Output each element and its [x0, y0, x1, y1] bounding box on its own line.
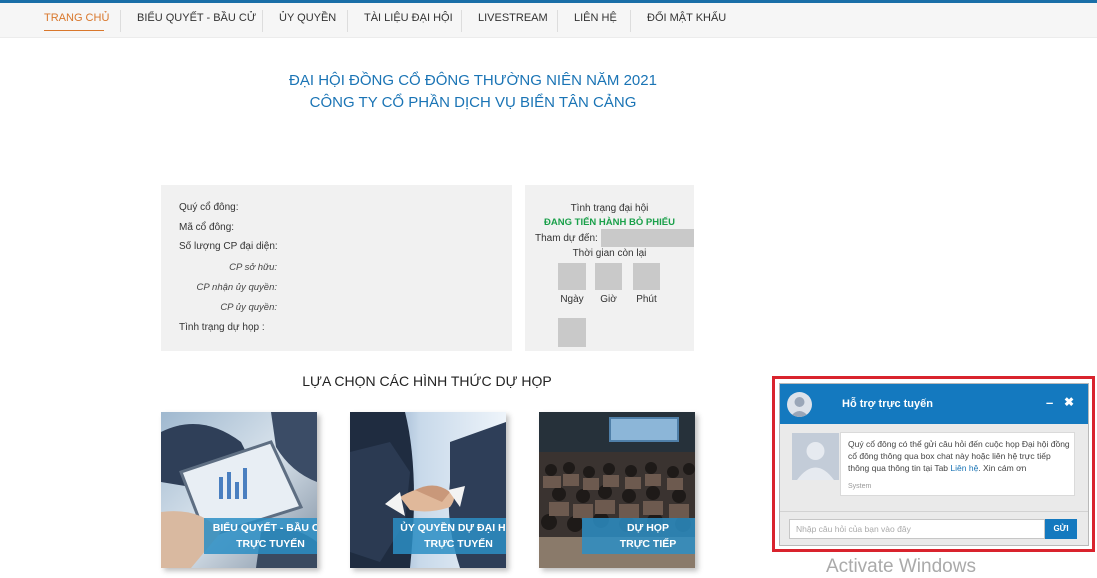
delegated-shares-label: CP ủy quyền:: [220, 302, 277, 313]
days-label: Ngày: [560, 294, 584, 305]
represented-shares-label: Số lượng CP đại diện:: [179, 241, 278, 252]
received-proxy-shares-label: CP nhận ủy quyền:: [196, 282, 277, 293]
attend-until-label: Tham dự đến:: [535, 233, 598, 244]
system-avatar-icon: [792, 433, 839, 480]
chat-close-icon[interactable]: ✖: [1064, 395, 1074, 409]
online-voting-card[interactable]: BIỂU QUYẾT - BẦU CỬ TRỰC TUYẾN: [161, 412, 317, 568]
seconds-counter: [558, 318, 586, 347]
nav-voting[interactable]: BIỂU QUYẾT - BẦU CỬ: [137, 12, 256, 24]
online-voting-button[interactable]: BIỂU QUYẾT - BẦU CỬ TRỰC TUYẾN: [204, 518, 317, 554]
online-proxy-button[interactable]: ỦY QUYỀN DỰ ĐẠI HỘI TRỰC TUYẾN: [393, 518, 506, 554]
days-counter: [558, 263, 586, 290]
online-voting-button-line1: BIỂU QUYẾT - BẦU CỬ: [212, 522, 317, 534]
in-person-button-line1: DỰ HỌP: [627, 522, 669, 534]
minutes-counter: [633, 263, 660, 290]
nav-divider: [120, 10, 121, 32]
online-voting-button-line2: TRỰC TUYẾN: [236, 538, 305, 550]
support-chat-widget: Hỗ trợ trực tuyến – ✖ Quý cổ đông có thể…: [779, 383, 1089, 546]
nav-contact[interactable]: LIÊN HỆ: [574, 12, 617, 24]
nav-proxy[interactable]: ỦY QUYỀN: [279, 12, 336, 24]
attendance-options-title: LỰA CHỌN CÁC HÌNH THỨC DỰ HỌP: [302, 373, 552, 389]
hours-counter: [595, 263, 622, 290]
message-text-end: . Xin cám ơn: [978, 463, 1027, 473]
owned-shares-label: CP sở hữu:: [229, 262, 277, 273]
meeting-status-title: Tình trạng đại hội: [570, 203, 649, 214]
chat-send-button[interactable]: GỬI: [1045, 519, 1077, 539]
meeting-status-value: ĐANG TIẾN HÀNH BỎ PHIẾU: [544, 217, 675, 228]
shareholder-name-label: Quý cổ đông:: [179, 202, 239, 213]
nav-divider: [347, 10, 348, 32]
online-proxy-button-line2: TRỰC TUYẾN: [424, 538, 493, 550]
system-message: Quý cổ đông có thể gửi câu hỏi đến cuộc …: [840, 432, 1075, 496]
nav-divider: [630, 10, 631, 32]
chat-title: Hỗ trợ trực tuyến: [842, 398, 933, 410]
remaining-time-label: Thời gian còn lại: [572, 248, 647, 259]
contact-tab-link[interactable]: Liên hệ: [950, 463, 978, 473]
in-person-card[interactable]: DỰ HỌP TRỰC TIẾP: [539, 412, 695, 568]
minutes-label: Phút: [636, 294, 657, 305]
meeting-status-panel: Tình trạng đại hội ĐANG TIẾN HÀNH BỎ PHI…: [525, 185, 694, 351]
chat-header[interactable]: Hỗ trợ trực tuyến – ✖: [780, 384, 1088, 424]
nav-livestream[interactable]: LIVESTREAM: [478, 12, 548, 24]
top-nav: TRANG CHỦ BIỂU QUYẾT - BẦU CỬ ỦY QUYỀN T…: [0, 3, 1097, 38]
in-person-button-line2: TRỰC TIẾP: [619, 538, 677, 550]
shareholder-info-panel: Quý cổ đông: Mã cổ đông: Số lượng CP đại…: [161, 185, 512, 351]
meeting-title: ĐẠI HỘI ĐỒNG CỔ ĐÔNG THƯỜNG NIÊN NĂM 202…: [289, 72, 657, 89]
hours-label: Giờ: [600, 294, 617, 305]
in-person-button[interactable]: DỰ HỌP TRỰC TIẾP: [582, 518, 695, 554]
nav-divider: [461, 10, 462, 32]
online-proxy-card[interactable]: ỦY QUYỀN DỰ ĐẠI HỘI TRỰC TUYẾN: [350, 412, 506, 568]
nav-home[interactable]: TRANG CHỦ: [44, 12, 109, 24]
attendance-status-label: Tình trạng dự họp :: [179, 322, 265, 333]
company-name: CÔNG TY CỔ PHẦN DỊCH VỤ BIỂN TÂN CẢNG: [309, 94, 637, 111]
shareholder-code-label: Mã cổ đông:: [179, 222, 235, 233]
nav-change-password[interactable]: ĐỔI MẬT KHẨU: [647, 12, 726, 24]
system-message-text: Quý cổ đông có thể gửi câu hỏi đến cuộc …: [848, 438, 1074, 474]
online-proxy-button-line1: ỦY QUYỀN DỰ ĐẠI HỘI: [400, 522, 506, 534]
chat-question-input[interactable]: Nhập câu hỏi của bạn vào đây: [789, 519, 1045, 539]
nav-divider: [557, 10, 558, 32]
nav-active-underline: [44, 30, 104, 31]
attend-until-value: [601, 229, 694, 247]
nav-divider: [262, 10, 263, 32]
support-avatar-icon: [787, 392, 812, 417]
chat-minimize-icon[interactable]: –: [1046, 395, 1053, 410]
nav-documents[interactable]: TÀI LIỆU ĐẠI HỘI: [364, 12, 453, 24]
message-sender: System: [848, 483, 872, 490]
chat-divider: [780, 511, 1088, 512]
